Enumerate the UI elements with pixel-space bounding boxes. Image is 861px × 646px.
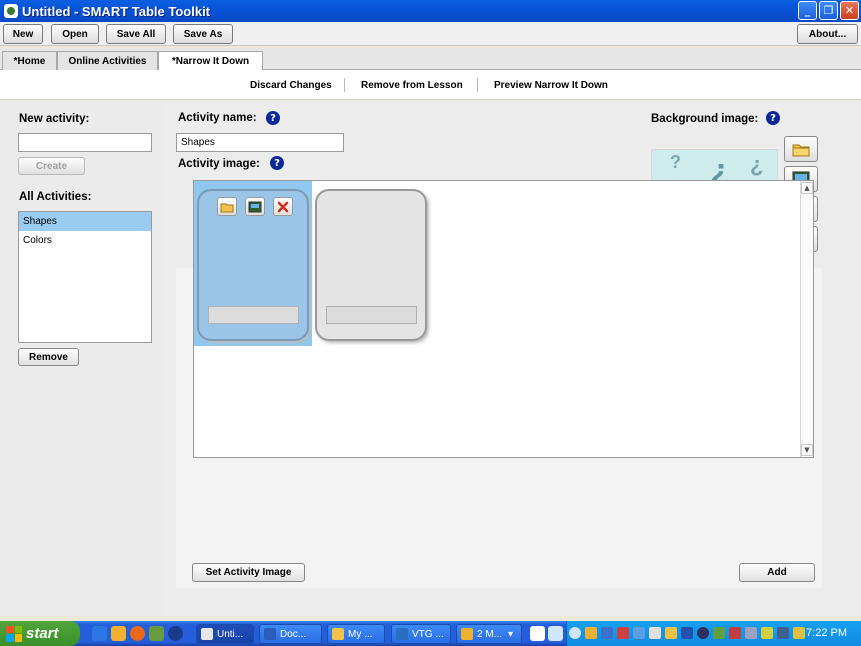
list-item[interactable]: Colors (19, 231, 151, 250)
folder-icon (792, 144, 810, 157)
preview-link[interactable]: Preview Narrow It Down (494, 80, 608, 91)
activity-name-label: Activity name: (178, 112, 257, 124)
item-delete-button[interactable] (273, 197, 293, 216)
item-open-button[interactable] (217, 197, 237, 216)
tray-app-icon[interactable] (601, 627, 613, 639)
tray-app-icon[interactable] (649, 627, 661, 639)
action-separator (344, 78, 345, 92)
folder-icon (220, 203, 234, 212)
scroll-down-icon[interactable]: ▼ (801, 444, 813, 456)
tray-app-icon[interactable] (585, 627, 597, 639)
tray-app-icon[interactable] (633, 627, 645, 639)
task-smart-toolkit[interactable]: Unti... (196, 624, 254, 644)
ie-icon[interactable] (92, 626, 107, 641)
restore-button[interactable]: ❐ (819, 1, 838, 20)
chevron-down-icon: ▾ (508, 628, 514, 640)
task-group-messages[interactable]: 2 M... ▾ (456, 624, 522, 644)
all-activities-label: All Activities: (19, 191, 92, 203)
tray-app-icon[interactable] (665, 627, 677, 639)
list-item[interactable]: Shapes (19, 212, 151, 231)
save-as-button[interactable]: Save As (173, 24, 233, 44)
firefox-icon[interactable] (130, 626, 145, 641)
task-document[interactable]: Doc... (259, 624, 322, 644)
start-button[interactable]: start (0, 621, 80, 646)
folder-icon (332, 628, 344, 640)
item-gallery-button[interactable] (245, 197, 265, 216)
scroll-up-icon[interactable]: ▲ (801, 182, 813, 194)
app-icon (201, 628, 213, 640)
messenger-icon (461, 628, 473, 640)
add-button[interactable]: Add (739, 563, 815, 582)
new-activity-label: New activity: (19, 113, 90, 125)
help-icon[interactable]: ? (270, 156, 284, 170)
activities-list: Shapes Colors (18, 211, 152, 343)
tray-app-icon[interactable] (793, 627, 805, 639)
app-quicklaunch-icon[interactable] (149, 626, 164, 641)
start-label: start (26, 625, 59, 642)
activity-name-input[interactable]: Shapes (176, 133, 344, 152)
tray-app-icon[interactable] (761, 627, 773, 639)
activities-sidebar: New activity: Create All Activities: Sha… (0, 101, 166, 616)
save-all-button[interactable]: Save All (106, 24, 166, 44)
activity-image-label: Activity image: (178, 158, 260, 170)
help-icon[interactable]: ? (766, 111, 780, 125)
action-separator (477, 78, 478, 92)
tray-app-icon[interactable] (617, 627, 629, 639)
messenger-icon[interactable] (111, 626, 126, 641)
item-label-field[interactable] (208, 306, 299, 324)
tab-home[interactable]: *Home (2, 51, 57, 70)
close-button[interactable]: ✕ (840, 1, 859, 20)
tray-app-icon[interactable] (681, 627, 693, 639)
remove-button[interactable]: Remove (18, 348, 79, 366)
tray-app-icon[interactable] (729, 627, 741, 639)
title-bar: Untitled - SMART Table Toolkit _ ❐ ✕ (0, 0, 861, 22)
task-my-folder[interactable]: My ... (327, 624, 385, 644)
clock[interactable]: 7:22 PM (806, 627, 847, 639)
image-icon (248, 201, 262, 212)
help-icon[interactable]: ? (266, 111, 280, 125)
items-canvas[interactable]: ▲ ▼ (193, 180, 814, 458)
app-icon (4, 4, 18, 18)
set-activity-image-button[interactable]: Set Activity Image (192, 563, 305, 582)
tray-app-icon[interactable] (697, 627, 709, 639)
new-button[interactable]: New (3, 24, 43, 44)
tray-indicator-icon[interactable] (548, 626, 563, 641)
item-card[interactable] (315, 189, 427, 341)
about-button[interactable]: About... (797, 24, 858, 44)
tab-online-activities[interactable]: Online Activities (57, 51, 158, 70)
tray-app-icon[interactable] (713, 627, 725, 639)
action-bar: Discard Changes Remove from Lesson Previ… (0, 70, 861, 100)
item-card[interactable] (197, 189, 309, 341)
window-icon (396, 628, 408, 640)
tab-narrow-it-down[interactable]: *Narrow It Down (158, 51, 263, 71)
window-title: Untitled - SMART Table Toolkit (22, 3, 211, 19)
tray-app-icon[interactable] (777, 627, 789, 639)
item-label-field[interactable] (326, 306, 417, 324)
background-image-label: Background image: (651, 113, 759, 125)
open-button[interactable]: Open (51, 24, 99, 44)
main-toolbar: New Open Save All Save As About... (0, 22, 861, 46)
system-tray: 7:22 PM (566, 621, 861, 646)
taskbar: start Unti... Doc... My ... VTG ... 2 M.… (0, 621, 861, 646)
minimize-button[interactable]: _ (798, 1, 817, 20)
help-tray-icon[interactable] (530, 626, 545, 641)
tray-app-icon[interactable] (745, 627, 757, 639)
canvas-scrollbar[interactable]: ▲ ▼ (800, 181, 813, 457)
tab-strip: *Home Online Activities *Narrow It Down (0, 48, 861, 71)
word-icon (264, 628, 276, 640)
create-button[interactable]: Create (18, 157, 85, 175)
delete-icon (277, 201, 289, 212)
windows-logo-icon (6, 625, 22, 642)
chevron-left-icon[interactable] (569, 627, 581, 639)
discard-changes-link[interactable]: Discard Changes (250, 80, 332, 91)
new-activity-input[interactable] (18, 133, 152, 152)
remove-from-lesson-link[interactable]: Remove from Lesson (361, 80, 463, 91)
task-vtg[interactable]: VTG ... (391, 624, 451, 644)
open-background-button[interactable] (784, 136, 818, 162)
media-icon[interactable] (168, 626, 183, 641)
